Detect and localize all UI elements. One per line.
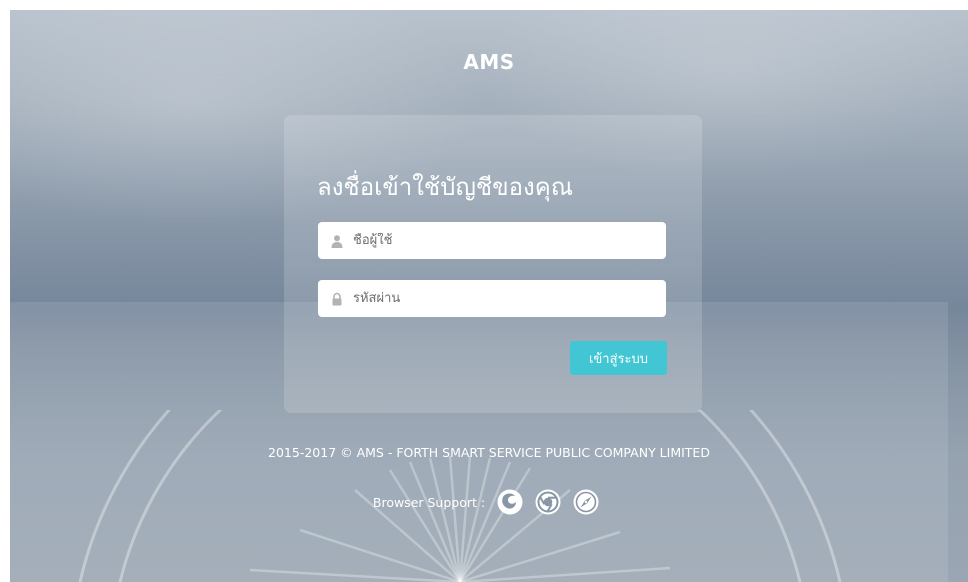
app-title: AMS: [463, 50, 515, 74]
login-heading: ลงชื่อเข้าใช้บัญชีของคุณ: [317, 173, 574, 201]
user-icon: [330, 234, 344, 248]
browser-support-label: Browser Support :: [372, 494, 486, 510]
footer-copyright: 2015-2017 © AMS - FORTH SMART SERVICE PU…: [268, 445, 710, 460]
login-button[interactable]: เข้าสู่ระบบ: [570, 341, 667, 375]
password-input[interactable]: [353, 291, 666, 306]
chrome-icon: [534, 488, 562, 516]
password-field[interactable]: [318, 280, 666, 317]
username-input[interactable]: [353, 233, 666, 248]
lock-icon: [330, 292, 344, 306]
username-field[interactable]: [318, 222, 666, 259]
firefox-icon: [496, 488, 524, 516]
safari-icon: [572, 488, 600, 516]
browser-support: Browser Support :: [10, 488, 968, 516]
login-card: ลงชื่อเข้าใช้บัญชีของคุณ เข้าสู่ระบบ: [284, 115, 702, 413]
login-page: AMS ลงชื่อเข้าใช้บัญชีของคุณ เข้าสู่ระบบ: [10, 10, 968, 582]
